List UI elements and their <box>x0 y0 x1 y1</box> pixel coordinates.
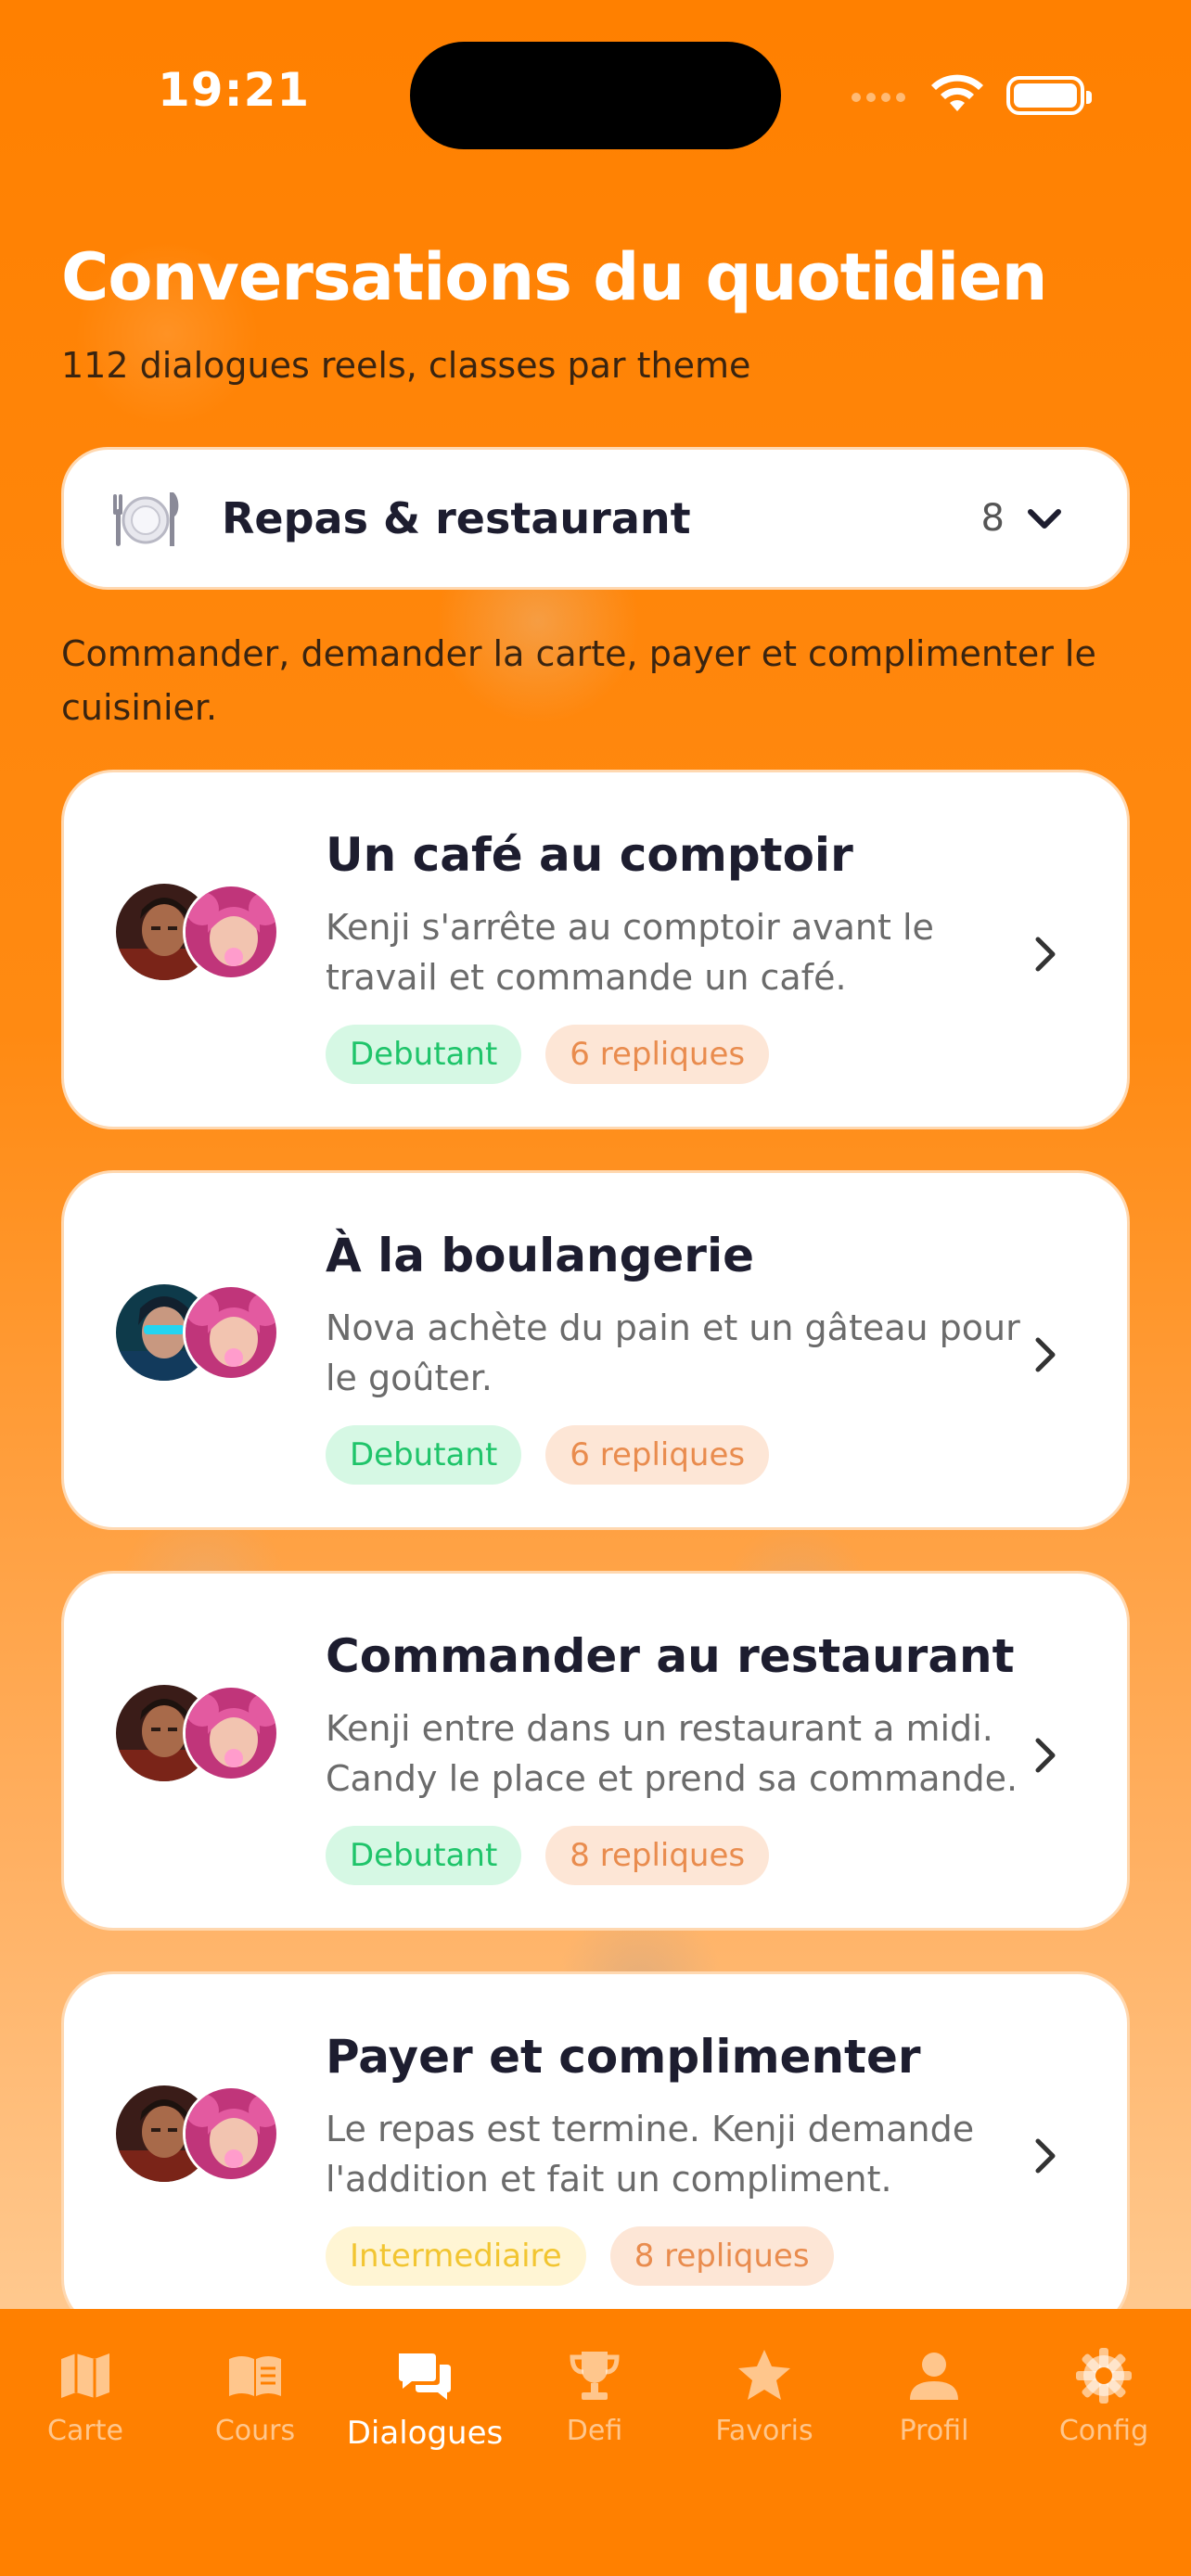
cellular-signal-icon <box>852 93 905 102</box>
category-dropdown[interactable]: Repas & restaurant 8 <box>61 447 1130 590</box>
tab-favoris[interactable]: Favoris <box>679 2346 850 2447</box>
chevron-right-icon <box>1035 937 1056 972</box>
dialogue-title: Payer et complimenter <box>326 2030 921 2084</box>
plate-cutlery-icon <box>113 492 179 546</box>
character-avatars <box>116 884 283 986</box>
dialogue-card[interactable]: À la boulangerie Nova achète du pain et … <box>61 1170 1130 1530</box>
tab-dialogues[interactable]: Dialogues <box>339 2346 510 2452</box>
tab-defi[interactable]: Defi <box>509 2346 680 2447</box>
level-badge: Debutant <box>326 1025 522 1084</box>
character-avatars <box>116 1284 283 1386</box>
avatar-candy <box>183 1284 279 1381</box>
chevron-right-icon <box>1035 1337 1056 1372</box>
category-label: Repas & restaurant <box>222 493 691 543</box>
wifi-icon <box>931 74 983 111</box>
character-avatars <box>116 1685 283 1787</box>
person-icon <box>910 2353 958 2400</box>
status-time: 19:21 <box>158 63 311 117</box>
dialogue-description: Kenji entre dans un restaurant a midi. C… <box>326 1708 1018 1799</box>
avatar-candy <box>183 1685 279 1781</box>
dialogue-card[interactable]: Un café au comptoir Kenji s'arrête au co… <box>61 770 1130 1129</box>
bottom-tab-bar: Carte Cours Dialogues Defi Favoris Profi… <box>0 2309 1191 2576</box>
level-badge: Intermediaire <box>326 2226 586 2286</box>
replies-badge: 8 repliques <box>609 2226 834 2286</box>
chevron-right-icon <box>1035 1738 1056 1773</box>
gear-icon <box>1076 2348 1132 2404</box>
chat-bubbles-icon <box>399 2353 451 2400</box>
tab-label: Cours <box>214 2415 296 2447</box>
tab-label: Carte <box>47 2415 123 2447</box>
dynamic-island <box>410 42 781 149</box>
category-count: 8 <box>980 497 1005 540</box>
star-icon <box>738 2350 790 2400</box>
map-icon <box>61 2353 109 2398</box>
replies-badge: 6 repliques <box>545 1425 770 1485</box>
dialogue-card[interactable]: Commander au restaurant Kenji entre dans… <box>61 1571 1130 1931</box>
replies-badge: 6 repliques <box>545 1025 770 1084</box>
page-title: Conversations du quotidien <box>61 239 1047 315</box>
book-icon <box>229 2356 281 2396</box>
level-badge: Debutant <box>326 1826 522 1885</box>
chevron-down-icon <box>1028 509 1061 529</box>
tab-profil[interactable]: Profil <box>849 2346 1019 2447</box>
dialogue-card[interactable]: Payer et complimenter Le repas est termi… <box>61 1971 1130 2331</box>
tab-label: Config <box>1058 2415 1149 2447</box>
trophy-icon <box>570 2352 620 2400</box>
dialogue-title: À la boulangerie <box>326 1229 755 1282</box>
battery-icon <box>1006 76 1092 115</box>
avatar-candy <box>183 884 279 980</box>
dialogue-title: Commander au restaurant <box>326 1629 1015 1683</box>
dialogue-description: Kenji s'arrête au comptoir avant le trav… <box>326 907 934 998</box>
dialogue-description: Nova achète du pain et un gâteau pour le… <box>326 1307 1020 1398</box>
category-description: Commander, demander la carte, payer et c… <box>61 633 1096 728</box>
chevron-right-icon <box>1035 2138 1056 2174</box>
status-bar: 19:21 <box>0 0 1191 185</box>
page-subtitle: 112 dialogues reels, classes par theme <box>61 345 751 386</box>
tab-label: Profil <box>899 2415 969 2447</box>
tab-config[interactable]: Config <box>1018 2346 1189 2447</box>
tab-carte[interactable]: Carte <box>0 2346 171 2447</box>
dialogue-description: Le repas est termine. Kenji demande l'ad… <box>326 2109 975 2200</box>
level-badge: Debutant <box>326 1425 522 1485</box>
tab-label: Favoris <box>715 2415 813 2447</box>
character-avatars <box>116 2085 283 2187</box>
tab-label: Defi <box>566 2415 623 2447</box>
dialogue-title: Un café au comptoir <box>326 828 853 882</box>
avatar-candy <box>183 2085 279 2182</box>
tab-cours[interactable]: Cours <box>170 2346 340 2447</box>
replies-badge: 8 repliques <box>545 1826 770 1885</box>
tab-label: Dialogues <box>346 2415 504 2452</box>
